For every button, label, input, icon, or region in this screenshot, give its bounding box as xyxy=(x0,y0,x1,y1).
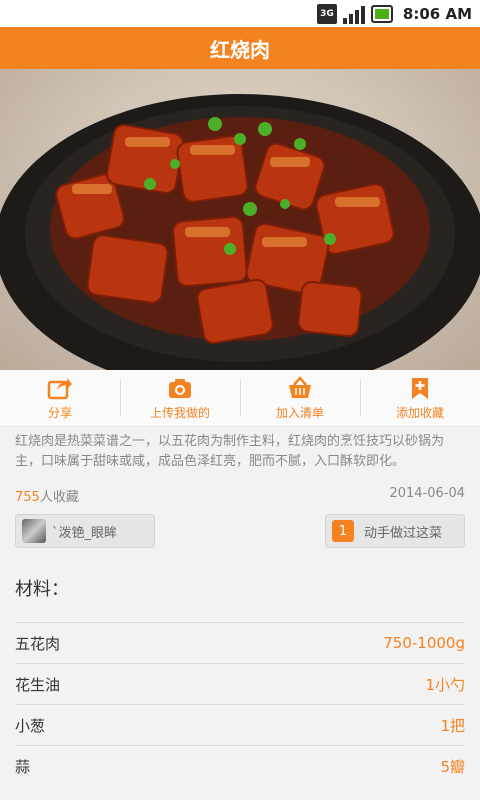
status-time: 8:06 AM xyxy=(402,4,472,23)
title-bar: 红烧肉 xyxy=(0,27,480,69)
list-item: 小葱 1把 xyxy=(15,704,465,745)
favorites-suffix: 人收藏 xyxy=(39,490,79,505)
signal-icon xyxy=(342,4,365,24)
basket-icon xyxy=(289,375,311,398)
favorites-number: 755 xyxy=(15,490,40,505)
author-name: `泼铯_眼眸 xyxy=(52,525,118,541)
page-title: 红烧肉 xyxy=(210,37,270,62)
favorites-count: 755人收藏 xyxy=(15,486,79,505)
ingredient-qty: 5瓣 xyxy=(440,757,465,776)
list-item: 五花肉 750-1000g xyxy=(15,622,465,663)
ingredient-qty: 1把 xyxy=(440,716,465,735)
upload-mine-label: 上传我做的 xyxy=(149,405,210,420)
status-bar: 3G 8:06 AM xyxy=(0,0,480,27)
ingredient-name: 花生油 xyxy=(15,675,61,694)
action-bar: 分享 上传我做的 加入清单 添加收藏 xyxy=(0,370,480,427)
add-to-list-label: 加入清单 xyxy=(275,405,324,420)
done-label: 动手做过这菜 xyxy=(364,525,443,541)
ingredient-qty: 1小勺 xyxy=(425,675,465,694)
author-button[interactable]: `泼铯_眼眸 xyxy=(15,514,155,548)
avatar xyxy=(22,519,46,543)
share-icon xyxy=(47,377,72,399)
ingredient-name: 五花肉 xyxy=(15,634,61,653)
ingredient-name: 蒜 xyxy=(15,757,31,776)
recipe-date: 2014-06-04 xyxy=(389,486,465,501)
author-row: `泼铯_眼眸 1 动手做过这菜 xyxy=(15,514,465,548)
ingredient-qty: 750-1000g xyxy=(383,634,465,652)
ingredient-list: 五花肉 750-1000g 花生油 1小勺 小葱 1把 蒜 5瓣 xyxy=(15,622,465,786)
bookmark-add-icon xyxy=(412,377,428,399)
share-label: 分享 xyxy=(47,405,72,420)
upload-mine-button[interactable]: 上传我做的 xyxy=(120,370,240,426)
list-item: 花生油 1小勺 xyxy=(15,663,465,704)
network-3g-icon: 3G xyxy=(316,3,337,24)
add-to-list-button[interactable]: 加入清单 xyxy=(240,370,360,426)
recipe-meta: 755人收藏 2014-06-04 xyxy=(15,486,465,505)
list-item: 蒜 5瓣 xyxy=(15,745,465,786)
camera-icon xyxy=(169,378,191,398)
materials-heading: 材料： xyxy=(15,579,69,600)
dish-photo xyxy=(0,69,480,370)
done-count-badge: 1 xyxy=(332,520,354,542)
ingredient-name: 小葱 xyxy=(15,716,46,735)
recipe-description: 红烧肉是热菜菜谱之一，以五花肉为制作主料，红烧肉的烹饪技巧以砂锅为主，口味属于甜… xyxy=(15,434,445,469)
share-button[interactable]: 分享 xyxy=(0,370,120,426)
add-favorite-button[interactable]: 添加收藏 xyxy=(360,370,480,426)
add-favorite-label: 添加收藏 xyxy=(395,405,444,420)
battery-icon xyxy=(370,4,393,23)
done-it-button[interactable]: 1 动手做过这菜 xyxy=(325,514,465,548)
